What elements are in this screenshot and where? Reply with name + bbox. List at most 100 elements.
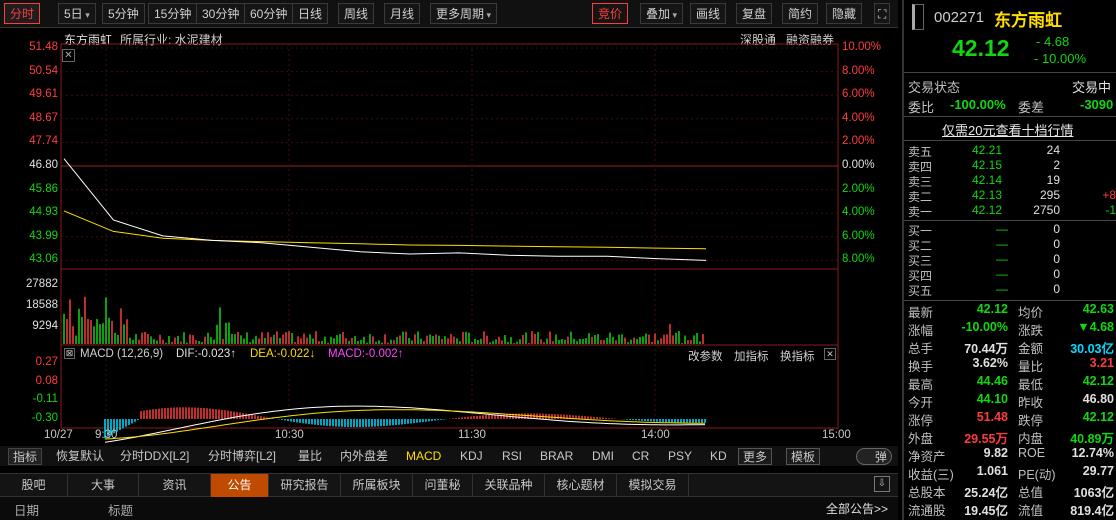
ask-volume: 2 <box>1053 158 1060 172</box>
ask-row[interactable]: 卖四 42.15 2 <box>908 158 1116 174</box>
period-intraday-button[interactable]: 分时 <box>4 3 41 24</box>
ask-row[interactable]: 卖一 42.12 2750 -1 <box>908 203 1116 219</box>
tab-2[interactable]: 资讯 <box>139 474 211 497</box>
pct-tick-label: 6.00% <box>842 229 875 242</box>
period-30min-button[interactable]: 30分钟 <box>196 3 246 24</box>
kd-button[interactable]: KD <box>706 448 731 465</box>
bid-row[interactable]: 买五 — 0 <box>908 282 1116 298</box>
ask-volume: 2750 <box>1033 203 1060 217</box>
template-button[interactable]: 模板 <box>786 448 821 465</box>
period-5min-button[interactable]: 5分钟 <box>102 3 145 24</box>
auction-button[interactable]: 竞价 <box>592 3 629 24</box>
period-5day-button[interactable]: 5日 <box>58 3 96 24</box>
more-indicators-button[interactable]: 更多 <box>738 448 773 465</box>
simple-mode-button[interactable]: 简约 <box>782 3 819 24</box>
tab-6[interactable]: 问董秘 <box>413 474 473 497</box>
price-tick-label: 50.54 <box>29 64 58 77</box>
add-indicator-button[interactable]: 加指标 <box>734 348 769 364</box>
dea-value: DEA:-0.022↓ <box>250 348 316 360</box>
macd-button[interactable]: MACD <box>402 448 445 465</box>
avg-price-line <box>63 210 707 250</box>
stat-label: 总值 <box>1018 486 1044 500</box>
volume-ratio-button[interactable]: 量比 <box>294 448 326 465</box>
game-button[interactable]: 分时博弈[L2] <box>204 448 280 465</box>
stat-value: 3.62% <box>972 356 1008 370</box>
stat-value: 30.03亿 <box>1070 342 1114 356</box>
tab-4[interactable]: 研究报告 <box>269 474 341 497</box>
stat-value: 12.74% <box>1071 446 1114 460</box>
tab-5[interactable]: 所属板块 <box>341 474 413 497</box>
level2-promo-link[interactable]: 仅需20元查看十档行情 <box>942 120 1073 139</box>
period-monthly-button[interactable]: 月线 <box>384 3 421 24</box>
price-tick-label: 51.48 <box>29 41 58 53</box>
bid-row[interactable]: 买一 —0 <box>908 222 1116 238</box>
bid-volume: 0 <box>1053 222 1060 236</box>
close-icon[interactable]: ✕ <box>824 348 836 360</box>
kdj-button[interactable]: KDJ <box>456 448 487 465</box>
replay-button[interactable]: 复盘 <box>736 3 773 24</box>
tab-7[interactable]: 关联品种 <box>473 474 545 497</box>
period-weekly-button[interactable]: 周线 <box>338 3 375 24</box>
bid-diff-label: 委差 <box>1018 100 1045 115</box>
panel-toggle-icon[interactable] <box>912 4 924 30</box>
ask-row[interactable]: 卖三 42.14 19 <box>908 173 1116 189</box>
stat-label: 金额 <box>1018 342 1044 356</box>
ask-row[interactable]: 卖五 42.21 24 <box>908 143 1116 159</box>
expand-icon[interactable]: ⛶ <box>874 3 891 24</box>
bid-volume: 0 <box>1053 282 1060 296</box>
date-column-header: 日期 <box>14 504 40 518</box>
stat-value: 44.10 <box>976 392 1008 406</box>
more-periods-dropdown[interactable]: 更多周期 <box>430 3 498 24</box>
ddx-button[interactable]: 分时DDX[L2] <box>116 448 193 465</box>
collapse-icon[interactable]: ⊠ <box>64 348 75 359</box>
price-tick-label: 45.86 <box>29 182 58 195</box>
period-15min-button[interactable]: 15分钟 <box>148 3 198 24</box>
period-60min-button[interactable]: 60分钟 <box>244 3 294 24</box>
edit-params-button[interactable]: 改参数 <box>688 348 723 364</box>
tab-8[interactable]: 核心题材 <box>545 474 617 497</box>
stat-value: 3.21 <box>1089 356 1114 370</box>
inout-diff-button[interactable]: 内外盘差 <box>336 448 392 465</box>
switch-indicator-button[interactable]: 换指标 <box>780 348 815 364</box>
stat-value: ▼4.68 <box>1077 320 1114 334</box>
stat-value: 44.46 <box>976 374 1008 388</box>
reset-default-button[interactable]: 恢复默认 <box>52 448 108 465</box>
tab-1[interactable]: 大事 <box>68 474 139 497</box>
stat-label: 今开 <box>908 396 934 410</box>
price-tick-label: 49.61 <box>29 88 58 101</box>
psy-button[interactable]: PSY <box>664 448 696 465</box>
info-tabs: 股吧 大事 资讯 公告 研究报告 所属板块 问董秘 关联品种 核心题材 模拟交易 <box>0 473 898 497</box>
stat-label: 流值 <box>1018 504 1044 518</box>
stat-row: 流通股 19.45亿 流值 819.4亿 <box>908 500 1116 518</box>
tab-0[interactable]: 股吧 <box>0 474 68 497</box>
cr-button[interactable]: CR <box>628 448 653 465</box>
tab-9[interactable]: 模拟交易 <box>617 474 689 497</box>
volume-tick-label: 18588 <box>26 299 58 311</box>
stat-value: 1.061 <box>976 464 1008 478</box>
stat-label: 内盘 <box>1018 432 1044 446</box>
hide-button[interactable]: 隐藏 <box>826 3 863 24</box>
popup-toggle[interactable]: 弹 <box>856 448 892 465</box>
ask-row[interactable]: 卖二 42.13 295 +8 <box>908 188 1116 204</box>
bid-row[interactable]: 买二 —0 <box>908 237 1116 253</box>
indicator-label: 指标 <box>8 448 43 465</box>
stat-label: 量比 <box>1018 360 1044 374</box>
all-announcements-link[interactable]: 全部公告>> <box>826 500 888 517</box>
stat-value: 819.4亿 <box>1070 504 1114 518</box>
brar-button[interactable]: BRAR <box>536 448 577 465</box>
period-daily-button[interactable]: 日线 <box>292 3 329 24</box>
draw-line-button[interactable]: 画线 <box>690 3 727 24</box>
bid-row[interactable]: 买四 —0 <box>908 267 1116 283</box>
price-tick-label: 48.67 <box>29 111 58 124</box>
stat-label: 收益(三) <box>908 468 954 482</box>
macd-tick-label: -0.11 <box>32 393 58 405</box>
bid-row[interactable]: 买三 —0 <box>908 252 1116 268</box>
dmi-button[interactable]: DMI <box>588 448 618 465</box>
tab-3[interactable]: 公告 <box>211 474 269 497</box>
overlay-dropdown[interactable]: 叠加 <box>640 3 684 24</box>
stat-row: 最高 44.46 最低 42.12 <box>908 374 1116 392</box>
current-price: 42.12 <box>952 35 1010 61</box>
price-change: - 4.68 <box>1036 34 1070 49</box>
rsi-button[interactable]: RSI <box>498 448 526 465</box>
download-icon[interactable]: ⇩ <box>874 476 890 492</box>
